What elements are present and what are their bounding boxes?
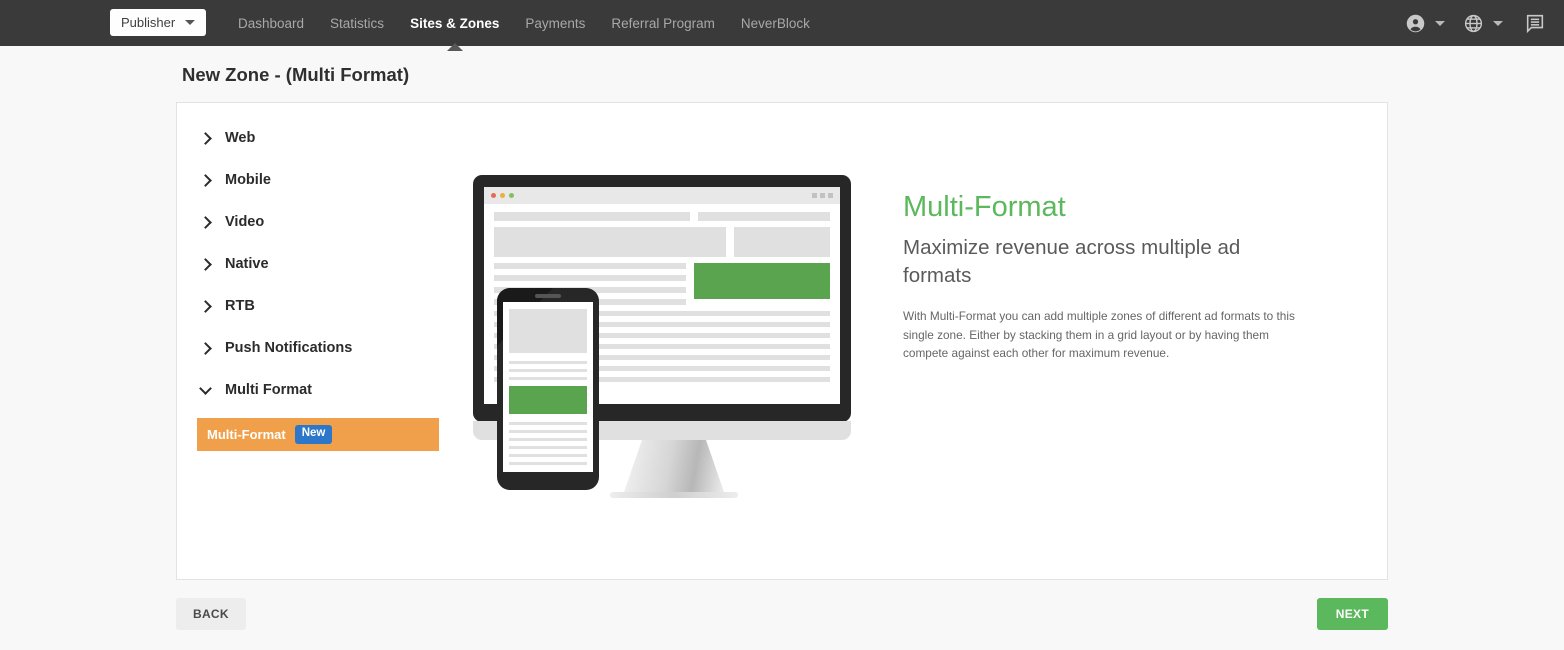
top-navigation-bar: Publisher Dashboard Statistics Sites & Z… bbox=[0, 0, 1564, 51]
publisher-account-dropdown[interactable]: Publisher bbox=[110, 9, 207, 36]
chevron-right-icon bbox=[199, 257, 212, 271]
nav-item-neverblock[interactable]: NeverBlock bbox=[728, 16, 823, 31]
accordion-item-label: Web bbox=[225, 130, 256, 146]
top-right-actions bbox=[1405, 12, 1546, 34]
chevron-down-icon bbox=[199, 381, 212, 395]
ad-slot-block bbox=[694, 263, 830, 299]
accordion-item-label: Push Notifications bbox=[225, 340, 353, 356]
next-button[interactable]: NEXT bbox=[1316, 598, 1388, 630]
chevron-down-icon[interactable] bbox=[1493, 20, 1503, 26]
main-nav-links: Dashboard Statistics Sites & Zones Payme… bbox=[225, 15, 823, 51]
nav-item-sites-zones[interactable]: Sites & Zones bbox=[397, 15, 512, 51]
accordion-item-label: Native bbox=[225, 256, 269, 272]
format-heading: Multi-Format bbox=[903, 191, 1066, 223]
chevron-down-icon[interactable] bbox=[1435, 20, 1445, 26]
placeholder-line bbox=[494, 263, 686, 269]
accordion-item-push-notifications[interactable]: Push Notifications bbox=[177, 327, 457, 369]
monitor-stand-base bbox=[610, 492, 738, 498]
placeholder-block bbox=[734, 227, 830, 257]
page-title: New Zone - (Multi Format) bbox=[182, 64, 410, 85]
nav-item-statistics[interactable]: Statistics bbox=[317, 16, 397, 31]
nav-item-payments[interactable]: Payments bbox=[512, 16, 598, 31]
format-accordion: Web Mobile Video Native RTB Push Notific bbox=[177, 103, 457, 579]
wizard-footer: BACK NEXT bbox=[176, 580, 1388, 630]
placeholder-line bbox=[509, 454, 587, 457]
new-badge: New bbox=[294, 425, 333, 444]
placeholder-line bbox=[509, 361, 587, 364]
window-maximize-dot-icon bbox=[509, 193, 514, 198]
chevron-right-icon bbox=[199, 215, 212, 229]
accordion-child-label: Multi-Format bbox=[207, 427, 286, 442]
accordion-item-label: Mobile bbox=[225, 172, 271, 188]
accordion-item-multi-format[interactable]: Multi Format bbox=[177, 369, 457, 411]
zone-format-card: Web Mobile Video Native RTB Push Notific bbox=[176, 102, 1388, 580]
monitor-stand bbox=[624, 440, 724, 492]
multi-format-devices-illustration bbox=[473, 175, 903, 579]
accordion-item-rtb[interactable]: RTB bbox=[177, 285, 457, 327]
publisher-account-label: Publisher bbox=[121, 15, 176, 30]
chevron-right-icon bbox=[199, 131, 212, 145]
back-button[interactable]: BACK bbox=[176, 598, 246, 630]
window-minimize-dot-icon bbox=[500, 193, 505, 198]
chevron-right-icon bbox=[199, 299, 212, 313]
phone-screen-mock bbox=[503, 302, 593, 472]
placeholder-block bbox=[509, 309, 587, 353]
placeholder-line bbox=[509, 446, 587, 449]
nav-item-sites-zones-label: Sites & Zones bbox=[410, 15, 500, 31]
phone-speaker-icon bbox=[535, 294, 561, 298]
nav-item-referral-program[interactable]: Referral Program bbox=[598, 16, 728, 31]
window-controls-icon bbox=[812, 193, 833, 198]
format-info-panel: Multi-Format Maximize revenue across mul… bbox=[903, 103, 1387, 579]
accordion-item-web[interactable]: Web bbox=[177, 117, 457, 159]
placeholder-line bbox=[494, 275, 686, 281]
nav-item-dashboard[interactable]: Dashboard bbox=[225, 16, 317, 31]
placeholder-line bbox=[509, 430, 587, 433]
placeholder-line bbox=[509, 462, 587, 465]
page-container: New Zone - (Multi Format) Web Mobile Vid… bbox=[0, 46, 1564, 630]
mobile-phone-graphic bbox=[497, 288, 599, 490]
format-subheading: Maximize revenue across multiple ad form… bbox=[903, 236, 1241, 287]
placeholder-block bbox=[698, 212, 830, 221]
content-row bbox=[494, 212, 830, 221]
messages-icon[interactable] bbox=[1524, 12, 1546, 34]
accordion-item-label: RTB bbox=[225, 298, 255, 314]
chevron-right-icon bbox=[199, 341, 212, 355]
content-row bbox=[494, 227, 830, 257]
placeholder-line bbox=[509, 377, 587, 380]
browser-title-bar bbox=[484, 187, 840, 204]
placeholder-line bbox=[509, 369, 587, 372]
accordion-item-mobile[interactable]: Mobile bbox=[177, 159, 457, 201]
active-tab-arrow-icon bbox=[446, 42, 463, 51]
chevron-right-icon bbox=[199, 173, 212, 187]
chevron-down-icon bbox=[185, 20, 196, 25]
account-icon[interactable] bbox=[1405, 13, 1426, 34]
placeholder-block bbox=[494, 212, 690, 221]
format-description: With Multi-Format you can add multiple z… bbox=[903, 309, 1295, 360]
accordion-item-native[interactable]: Native bbox=[177, 243, 457, 285]
globe-icon[interactable] bbox=[1463, 13, 1484, 34]
placeholder-line bbox=[509, 422, 587, 425]
accordion-item-label: Video bbox=[225, 214, 265, 230]
window-close-dot-icon bbox=[491, 193, 496, 198]
accordion-item-label: Multi Format bbox=[225, 382, 312, 398]
ad-slot-block bbox=[509, 386, 587, 414]
placeholder-line bbox=[509, 438, 587, 441]
placeholder-block bbox=[494, 227, 726, 257]
accordion-child-multi-format[interactable]: Multi-Format New bbox=[197, 418, 439, 451]
accordion-item-video[interactable]: Video bbox=[177, 201, 457, 243]
